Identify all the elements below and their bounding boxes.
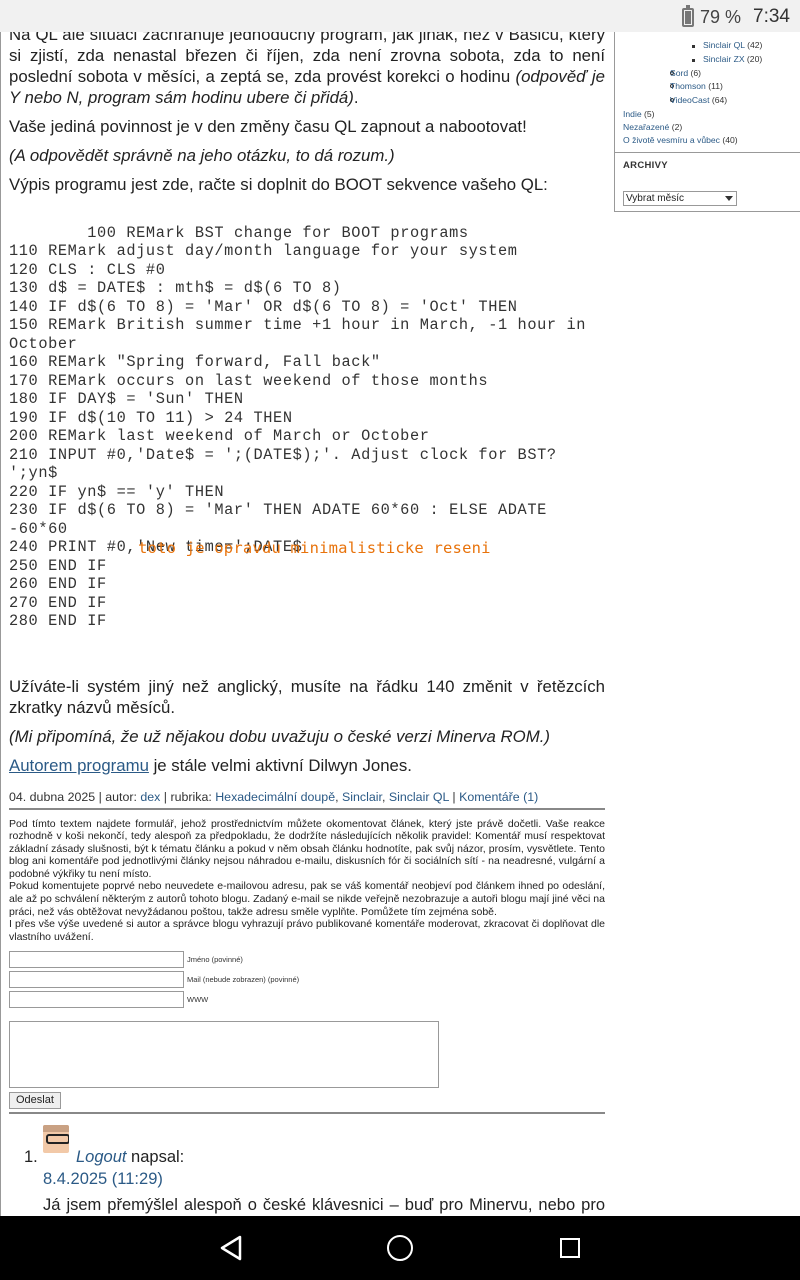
sidebar-item-nezarazene[interactable]: Nezařazené (2)	[623, 122, 682, 132]
article-column: Na QL ale situaci zachraňuje jednoduchý …	[0, 32, 614, 1216]
post-date: 04. dubna 2025	[9, 789, 96, 804]
sidebar: Sinclair QL (42) Sinclair ZX (20) Sord (…	[614, 32, 800, 212]
program-author-link[interactable]: Autorem programu	[9, 756, 149, 775]
comment-author-link[interactable]: Logout	[76, 1148, 126, 1166]
status-icons: 79 % 7:34	[681, 4, 790, 28]
category-link[interactable]: Sinclair	[342, 790, 382, 804]
comment-textarea[interactable]	[9, 1021, 439, 1089]
article-paragraph: Výpis programu jest zde, račte si doplni…	[9, 175, 548, 194]
navigation-bar	[0, 1216, 800, 1280]
submit-button[interactable]: Odeslat	[9, 1092, 61, 1110]
battery-percent: 79 %	[699, 6, 742, 27]
bullet	[692, 59, 695, 62]
name-input[interactable]	[9, 951, 184, 969]
name-label: Jméno (povinné)	[187, 955, 243, 965]
article-paragraph: Užíváte-li systém jiný než anglický, mus…	[9, 676, 605, 717]
code-annotation: toto je opravdu minimalisticke reseni	[138, 539, 491, 557]
battery-icon	[681, 4, 694, 27]
chevron-down-icon	[725, 196, 733, 201]
recent-apps-icon[interactable]	[560, 1238, 580, 1258]
article-paragraph-italic: (A odpovědět správně na jeho otázku, to …	[9, 146, 395, 165]
comments-link[interactable]: Komentáře (1)	[459, 790, 538, 804]
mail-label: Mail (nebude zobrazen) (povinné)	[187, 975, 300, 985]
category-link[interactable]: Sinclair QL	[389, 790, 449, 804]
sidebar-item-o-zivote[interactable]: O životě vesmíru a vůbec (40)	[623, 135, 738, 145]
category-link[interactable]: Hexadecimální doupě	[215, 790, 335, 804]
comment-form: Jméno (povinné) Mail (nebude zobrazen) (…	[9, 951, 605, 1115]
divider	[9, 1112, 605, 1115]
sidebar-item-sinclair-zx[interactable]: Sinclair ZX (20)	[703, 54, 762, 64]
article-paragraph-italic: (Mi připomíná, že už nějakou dobu uvažuj…	[9, 726, 550, 746]
article-paragraph: Autorem programu je stále velmi aktivní …	[9, 755, 412, 775]
bullet	[692, 45, 695, 48]
archive-select[interactable]: Vybrat měsíc	[623, 191, 737, 206]
code-listing: 100 REMark BST change for BOOT programs …	[9, 205, 605, 668]
archive-heading: ARCHIVY	[623, 160, 668, 171]
home-icon[interactable]	[387, 1235, 413, 1261]
sidebar-item-indie[interactable]: Indie (5)	[623, 109, 655, 119]
comment-number: 1.	[24, 1148, 38, 1167]
author-link[interactable]: dex	[140, 790, 160, 804]
www-input[interactable]	[9, 991, 184, 1009]
www-label: WWW	[187, 995, 209, 1005]
column-border	[0, 32, 1, 1216]
code-text: 100 REMark BST change for BOOT programs …	[9, 223, 586, 631]
clock: 7:34	[753, 6, 790, 27]
web-page[interactable]: Na QL ale situaci zachraňuje jednoduchý …	[0, 32, 800, 1216]
comment-date: 8.4.2025 (11:29)	[43, 1170, 163, 1189]
article-meta: 04. dubna 2025 | autor: dex | rubrika: H…	[9, 790, 605, 810]
article-paragraph: Na QL ale situaci zachraňuje jednoduchý …	[9, 32, 605, 107]
sidebar-item-sord[interactable]: Sord (6)	[670, 68, 701, 78]
sidebar-divider	[615, 152, 800, 153]
back-icon[interactable]	[219, 1235, 243, 1261]
avatar	[43, 1125, 69, 1154]
article-paragraph: Vaše jediná povinnost je v den změny čas…	[9, 117, 527, 136]
status-bar: 79 % 7:34	[0, 0, 800, 32]
mail-input[interactable]	[9, 971, 184, 989]
comment-rules: Pod tímto textem najdete formulář, jehož…	[9, 817, 605, 943]
sidebar-item-sinclair-ql[interactable]: Sinclair QL (42)	[703, 40, 762, 50]
comment-author: Logout napsal:	[76, 1148, 185, 1167]
comment-text: Já jsem přemýšlel alespoň o české kláves…	[43, 1196, 605, 1215]
sidebar-item-videocast[interactable]: VideoCast (64)	[670, 95, 727, 105]
sidebar-item-thomson[interactable]: Thomson (11)	[670, 81, 723, 91]
